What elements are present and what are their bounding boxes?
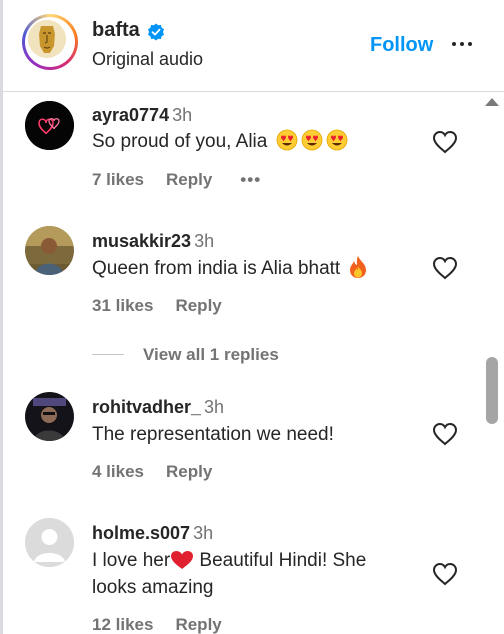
fire-emoji-icon (350, 256, 367, 278)
view-replies[interactable]: View all 1 replies (92, 345, 292, 367)
comment-text: So proud of you, Alia (92, 128, 422, 155)
header-username[interactable]: bafta (92, 19, 140, 42)
heart-eyes-emoji-icon (276, 129, 298, 151)
comment-username[interactable]: rohitvadher_ 3h (92, 397, 224, 418)
window-edge (0, 0, 3, 634)
comment-meta: 7 likes Reply ••• (92, 170, 261, 190)
more-options-icon[interactable] (448, 36, 476, 52)
comment-meta: 31 likes Reply (92, 296, 222, 316)
comment-username[interactable]: holme.s007 3h (92, 523, 213, 544)
heart-eyes-emoji-icon (326, 129, 348, 151)
replies-divider (92, 354, 124, 355)
likes-count[interactable]: 12 likes (92, 615, 153, 634)
verified-badge-icon (148, 23, 164, 41)
bafta-avatar[interactable] (22, 14, 78, 70)
reply-button[interactable]: Reply (166, 170, 212, 189)
comment-time: 3h (172, 105, 193, 125)
post-header: bafta Original audio Follow (0, 0, 504, 92)
comment-meta: 12 likes Reply (92, 615, 222, 634)
comment-options-icon[interactable]: ••• (240, 170, 261, 189)
red-heart-emoji-icon (171, 551, 194, 569)
avatar[interactable] (25, 392, 74, 441)
likes-count[interactable]: 4 likes (92, 462, 144, 481)
like-heart-icon[interactable] (432, 256, 458, 280)
comment-username[interactable]: ayra0774 3h (92, 105, 192, 126)
scrollbar-thumb[interactable] (486, 357, 498, 424)
reply-button[interactable]: Reply (175, 296, 221, 315)
like-heart-icon[interactable] (432, 422, 458, 446)
comment-username[interactable]: musakkir23 3h (92, 231, 214, 252)
reply-button[interactable]: Reply (166, 462, 212, 481)
follow-button[interactable]: Follow (370, 34, 433, 57)
likes-count[interactable]: 31 likes (92, 296, 153, 315)
scroll-up-arrow-icon[interactable] (485, 98, 499, 106)
reply-button[interactable]: Reply (175, 615, 221, 634)
comment-text: The representation we need! (92, 424, 334, 445)
audio-label[interactable]: Original audio (92, 49, 203, 70)
comment-text: I love her Beautiful Hindi! She looks am… (92, 550, 367, 598)
default-avatar[interactable] (25, 518, 74, 567)
avatar[interactable] (25, 226, 74, 275)
like-heart-icon[interactable] (432, 562, 458, 586)
likes-count[interactable]: 7 likes (92, 170, 144, 189)
comment-time: 3h (204, 397, 225, 417)
comment-time: 3h (193, 523, 214, 543)
comment-meta: 4 likes Reply (92, 462, 212, 482)
like-heart-icon[interactable] (432, 130, 458, 154)
comment-time: 3h (194, 231, 215, 251)
avatar[interactable] (25, 101, 74, 150)
view-replies-button[interactable]: View all 1 replies (143, 345, 279, 365)
comment-text: Queen from india is Alia bhatt (92, 255, 422, 282)
heart-eyes-emoji-icon (301, 129, 323, 151)
bafta-mask-logo-icon (28, 20, 66, 58)
